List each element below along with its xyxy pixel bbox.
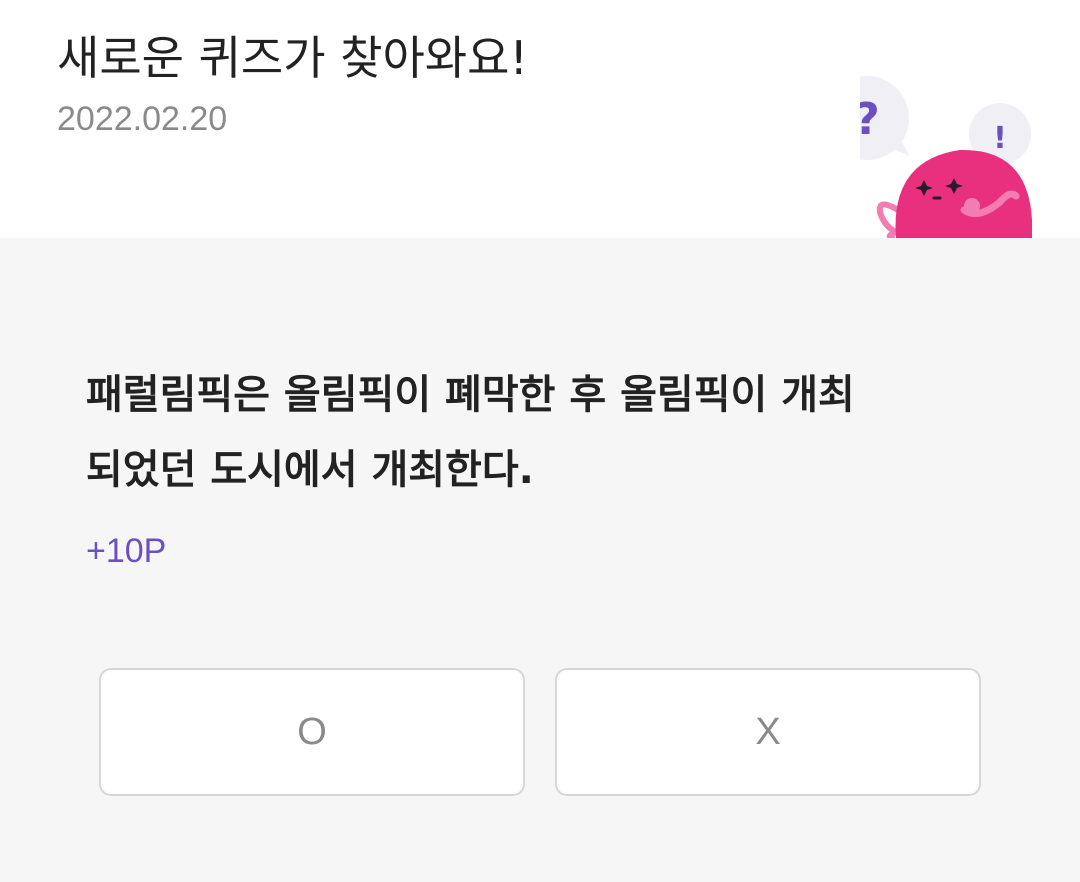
quiz-content: 패럴림픽은 올림픽이 폐막한 후 올림픽이 개최 되었던 도시에서 개최한다. … bbox=[0, 238, 1080, 882]
question-mark-glyph: ? bbox=[860, 94, 880, 145]
quiz-header: 새로운 퀴즈가 찾아와요! 2022.02.20 ? ! bbox=[0, 0, 1080, 238]
quiz-mascot-illustration: ? ! bbox=[860, 76, 1032, 238]
quiz-date: 2022.02.20 bbox=[57, 100, 228, 138]
quiz-question: 패럴림픽은 올림픽이 폐막한 후 올림픽이 개최 되었던 도시에서 개최한다. bbox=[86, 372, 855, 493]
answer-o-button[interactable]: O bbox=[99, 668, 525, 796]
page-title: 새로운 퀴즈가 찾아와요! bbox=[57, 31, 528, 85]
exclamation-mark-glyph: ! bbox=[993, 121, 1007, 156]
points-reward: +10P bbox=[86, 532, 167, 570]
answer-x-button[interactable]: X bbox=[555, 668, 981, 796]
question-bubble-icon: ? bbox=[860, 76, 910, 160]
